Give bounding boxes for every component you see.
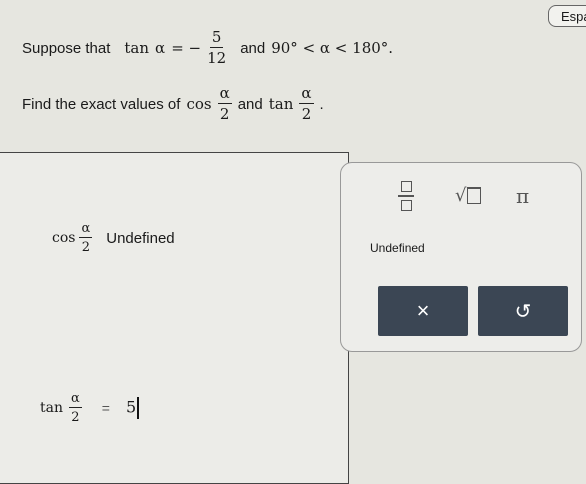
- sqrt-key[interactable]: √: [455, 185, 482, 206]
- half-angle-fraction: α 2: [79, 221, 93, 255]
- equals-minus: = −: [171, 39, 202, 57]
- text-cursor: [137, 397, 139, 419]
- tan-symbol: tan: [124, 39, 150, 57]
- pi-key[interactable]: π: [516, 184, 529, 208]
- fraction-numerator: α: [217, 84, 232, 104]
- given-fraction: 5 12: [207, 30, 226, 66]
- radicand-box-icon: [467, 187, 482, 204]
- fraction-bar-icon: [398, 195, 414, 197]
- fraction-denominator: 2: [71, 410, 80, 425]
- sqrt-icon: √: [455, 185, 467, 206]
- undefined-key[interactable]: Undefined: [370, 241, 425, 255]
- problem-text: Find the exact values of: [22, 95, 181, 113]
- equals-sign: =: [101, 400, 110, 416]
- cos-symbol: cos: [186, 95, 212, 113]
- clear-button[interactable]: ×: [378, 286, 468, 336]
- problem-statement-line2: Find the exact values of cos α 2 and tan…: [22, 86, 324, 122]
- and-text: and: [237, 95, 263, 113]
- denominator-box-icon: [400, 199, 412, 211]
- fraction-key[interactable]: [394, 178, 418, 214]
- angle-range: 90° < α < 180°.: [271, 39, 394, 57]
- half-angle-fraction: α 2: [217, 84, 232, 123]
- period: .: [319, 95, 324, 113]
- half-angle-fraction: α 2: [299, 84, 314, 123]
- fraction-denominator: 2: [301, 105, 312, 123]
- fraction-numerator: α: [299, 84, 314, 104]
- half-angle-fraction: α 2: [69, 392, 82, 424]
- alpha-symbol: α: [155, 39, 166, 57]
- tan-answer-value: 5: [125, 397, 137, 417]
- fraction-denominator: 2: [219, 105, 230, 123]
- fraction-numerator: 5: [209, 28, 224, 48]
- fraction-denominator: 12: [207, 49, 227, 67]
- tan-answer-row: tan α 2 = 5: [40, 392, 139, 424]
- problem-statement-line1: Suppose that tan α = − 5 12 and 90° < α …: [22, 30, 393, 66]
- fraction-numerator: α: [69, 391, 82, 408]
- fraction-numerator: α: [79, 221, 93, 238]
- cos-answer-value[interactable]: Undefined: [106, 230, 174, 247]
- numerator-box-icon: [400, 181, 412, 193]
- cos-answer-row: cos α 2 Undefined: [52, 222, 175, 254]
- and-text: and: [240, 39, 266, 57]
- problem-text: Suppose that: [22, 39, 111, 57]
- tan-symbol: tan: [268, 95, 294, 113]
- tan-answer-input[interactable]: 5: [126, 397, 139, 419]
- close-icon: ×: [416, 298, 430, 323]
- answer-panel: [0, 152, 349, 484]
- cos-label: cos: [52, 230, 76, 246]
- tan-label: tan: [40, 400, 63, 416]
- fraction-denominator: 2: [81, 240, 90, 255]
- undo-icon: ↺: [514, 300, 532, 323]
- undo-button[interactable]: ↺: [478, 286, 568, 336]
- language-toggle-button[interactable]: Espa: [548, 5, 586, 27]
